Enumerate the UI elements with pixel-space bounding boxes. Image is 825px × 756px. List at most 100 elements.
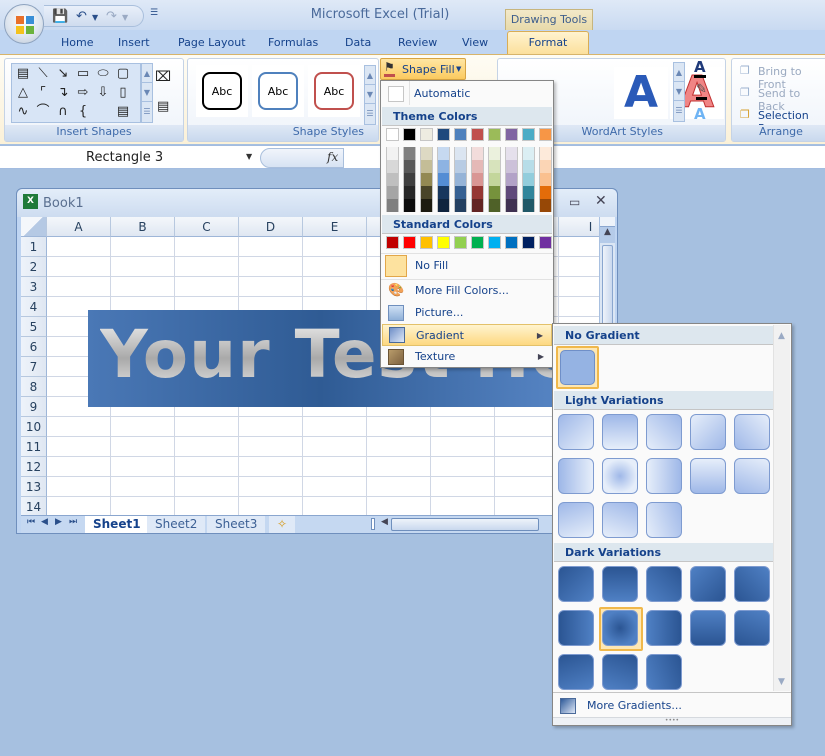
name-box[interactable]: Rectangle 3 [2, 148, 257, 168]
dark-gradient-swatch[interactable] [558, 654, 594, 690]
light-gradient-swatch[interactable] [646, 414, 682, 450]
light-gradient-swatch[interactable] [602, 458, 638, 494]
scroll-up-icon[interactable]: ▲ [600, 227, 615, 243]
triangle-shape-icon[interactable]: △ [14, 84, 32, 102]
theme-shade-swatch[interactable] [403, 186, 416, 199]
theme-color-swatch[interactable] [505, 128, 518, 141]
dark-gradient-swatch[interactable] [646, 566, 682, 602]
scroll-up-icon[interactable]: ▲ [778, 331, 785, 341]
standard-color-swatch[interactable] [437, 236, 450, 249]
row-header[interactable]: 9 [21, 397, 47, 417]
column-header[interactable]: B [111, 217, 175, 237]
row-header[interactable]: 12 [21, 457, 47, 477]
resize-grip[interactable]: •••• [553, 717, 791, 725]
theme-shade-swatch[interactable] [420, 160, 433, 173]
theme-color-swatch[interactable] [539, 128, 552, 141]
dark-gradient-swatch[interactable] [602, 610, 638, 646]
dark-gradient-swatch[interactable] [602, 566, 638, 602]
sheet-tab-sheet3[interactable]: Sheet3 [207, 516, 266, 533]
menu-more-fill-colors[interactable]: 🎨 More Fill Colors... [382, 280, 552, 302]
tab-format[interactable]: Format [507, 31, 589, 55]
theme-shade-swatch[interactable] [420, 147, 433, 160]
scroll-left-icon[interactable]: ◀ [381, 517, 388, 527]
scroll-down-icon[interactable]: ▼ [778, 677, 785, 687]
insert-sheet-icon[interactable]: ✧ [269, 516, 296, 533]
column-header[interactable]: A [47, 217, 111, 237]
elbow-arrow-connector-icon[interactable]: ↴ [54, 84, 72, 102]
row-header[interactable]: 7 [21, 357, 47, 377]
theme-color-swatch[interactable] [488, 128, 501, 141]
theme-shade-swatch[interactable] [420, 173, 433, 186]
gradient-scrollbar[interactable]: ▲ ▼ [773, 325, 790, 691]
sheet-tab-sheet1[interactable]: Sheet1 [85, 516, 149, 533]
theme-shade-swatch[interactable] [505, 199, 518, 212]
dark-gradient-swatch[interactable] [646, 654, 682, 690]
textbox-icon[interactable]: ▤ [114, 103, 132, 121]
theme-shade-swatch[interactable] [522, 199, 535, 212]
menu-texture[interactable]: Texture ▶ [382, 346, 552, 368]
shape-fill-button[interactable]: ⚑ Shape Fill ▼ [380, 58, 466, 80]
theme-shade-swatch[interactable] [437, 160, 450, 173]
theme-shade-swatch[interactable] [403, 147, 416, 160]
theme-color-swatch[interactable] [403, 128, 416, 141]
theme-color-swatch[interactable] [420, 128, 433, 141]
dark-gradient-swatch[interactable] [558, 610, 594, 646]
standard-color-swatch[interactable] [522, 236, 535, 249]
right-arrow-shape-icon[interactable]: ⇨ [74, 84, 92, 102]
prev-sheet-icon[interactable]: ◀ [41, 517, 48, 527]
theme-shade-swatch[interactable] [471, 160, 484, 173]
theme-shade-swatch[interactable] [488, 186, 501, 199]
no-gradient-swatch[interactable] [560, 350, 595, 385]
theme-shade-swatch[interactable] [454, 160, 467, 173]
elbow-connector-icon[interactable]: ⌜ [34, 84, 52, 102]
row-header[interactable]: 5 [21, 317, 47, 337]
theme-color-swatch[interactable] [522, 128, 535, 141]
theme-shade-swatch[interactable] [522, 160, 535, 173]
row-header[interactable]: 3 [21, 277, 47, 297]
row-header[interactable]: 13 [21, 477, 47, 497]
theme-shade-swatch[interactable] [437, 173, 450, 186]
theme-shade-swatch[interactable] [437, 199, 450, 212]
customize-qat-icon[interactable]: ☰ [150, 8, 158, 18]
shape-style-red[interactable]: Abc [308, 65, 360, 117]
theme-shade-swatch[interactable] [386, 199, 399, 212]
theme-shade-swatch[interactable] [471, 147, 484, 160]
last-sheet-icon[interactable]: ⏭ [69, 517, 77, 527]
undo-icon[interactable]: ↶ [76, 9, 87, 24]
horizontal-scroll-thumb[interactable] [391, 518, 539, 531]
theme-shade-swatch[interactable] [454, 173, 467, 186]
theme-shade-swatch[interactable] [437, 186, 450, 199]
shape-style-blue[interactable]: Abc [252, 65, 304, 117]
first-sheet-icon[interactable]: ⏮ [27, 517, 35, 527]
dark-gradient-swatch[interactable] [690, 610, 726, 646]
standard-color-swatch[interactable] [420, 236, 433, 249]
standard-color-swatch[interactable] [539, 236, 552, 249]
tab-review[interactable]: Review [398, 36, 437, 49]
standard-color-swatch[interactable] [505, 236, 518, 249]
theme-shade-swatch[interactable] [403, 173, 416, 186]
standard-color-swatch[interactable] [403, 236, 416, 249]
text-outline-icon[interactable]: ✎ [696, 83, 707, 100]
tab-page-layout[interactable]: Page Layout [178, 36, 246, 49]
wordart-style-blue[interactable]: A [614, 67, 668, 119]
theme-shade-swatch[interactable] [488, 147, 501, 160]
save-icon[interactable]: 💾 [52, 9, 68, 24]
dark-gradient-swatch[interactable] [690, 566, 726, 602]
theme-shade-swatch[interactable] [420, 199, 433, 212]
tab-view[interactable]: View [462, 36, 488, 49]
theme-shade-swatch[interactable] [454, 186, 467, 199]
vertical-scroll-thumb[interactable] [602, 245, 613, 325]
light-gradient-swatch[interactable] [558, 414, 594, 450]
dark-gradient-swatch[interactable] [734, 610, 770, 646]
insert-function-icon[interactable]: fx [327, 150, 338, 164]
tab-formulas[interactable]: Formulas [268, 36, 318, 49]
down-arrow-shape-icon[interactable]: ⇩ [94, 84, 112, 102]
column-header[interactable]: E [303, 217, 367, 237]
tab-home[interactable]: Home [61, 36, 93, 49]
dark-gradient-swatch[interactable] [646, 610, 682, 646]
theme-shade-swatch[interactable] [403, 199, 416, 212]
maximize-icon[interactable]: ▭ [569, 195, 580, 209]
light-gradient-swatch[interactable] [690, 458, 726, 494]
rounded-rect-shape-icon[interactable]: ▢ [114, 65, 132, 83]
row-header[interactable]: 8 [21, 377, 47, 397]
